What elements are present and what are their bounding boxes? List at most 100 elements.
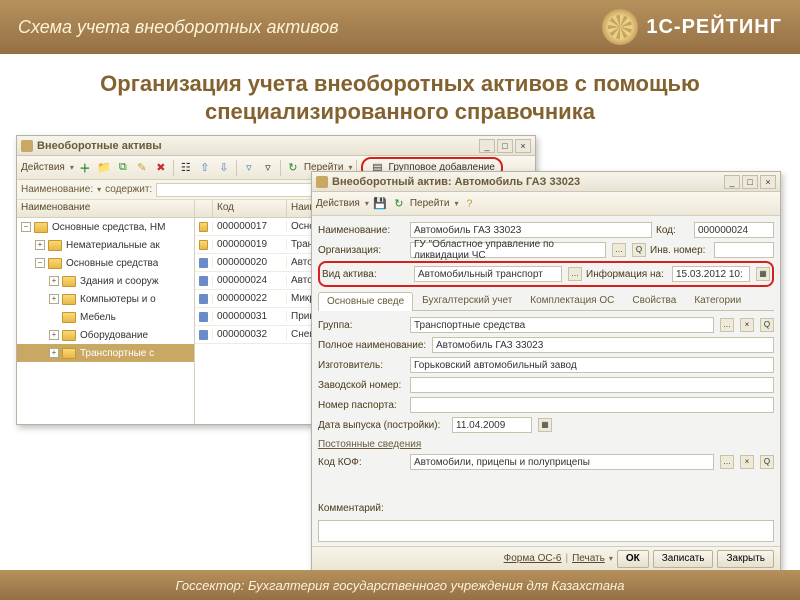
item-icon — [199, 258, 208, 268]
date-field[interactable]: 11.04.2009 — [452, 417, 532, 433]
tab[interactable]: Категории — [685, 291, 750, 310]
tab[interactable]: Основные сведе — [318, 292, 413, 311]
add-copy-icon[interactable]: ⧉ — [115, 160, 131, 176]
maximize-button[interactable]: □ — [742, 175, 758, 189]
dropdown-icon[interactable]: ▾ — [70, 163, 74, 172]
calendar-icon[interactable]: ▦ — [756, 267, 770, 281]
info-date-field[interactable]: 15.03.2012 10: — [672, 266, 750, 282]
actions-menu[interactable]: Действия — [316, 198, 362, 209]
comment-field[interactable] — [318, 520, 774, 542]
tree-toggle-icon[interactable]: + — [49, 330, 59, 340]
item-icon — [199, 312, 208, 322]
maximize-button[interactable]: □ — [497, 139, 513, 153]
clear-icon[interactable]: × — [740, 318, 754, 332]
tab[interactable]: Бухгалтерский учет — [413, 291, 521, 310]
filter-icon[interactable]: ▿ — [241, 160, 257, 176]
form-os6-link[interactable]: Форма ОС-6 — [504, 553, 562, 564]
select-icon[interactable]: … — [568, 267, 582, 281]
tree-toggle-icon[interactable]: − — [35, 258, 45, 268]
save-icon[interactable]: 💾 — [372, 196, 388, 212]
cell-code: 000000022 — [213, 293, 287, 304]
add-icon[interactable]: ＋ — [77, 160, 93, 176]
tree-label: Основные средства — [66, 258, 158, 269]
org-field[interactable]: ГУ "Областное управление по ликвидации Ч… — [410, 242, 606, 258]
folder-icon — [62, 294, 76, 305]
clear-icon[interactable]: × — [740, 455, 754, 469]
select-icon[interactable]: … — [720, 318, 734, 332]
col-name[interactable]: Наименование — [17, 200, 195, 217]
dropdown-icon[interactable]: ▾ — [454, 199, 458, 208]
kof-field[interactable]: Автомобили, прицепы и полуприцепы — [410, 454, 714, 470]
tree-item[interactable]: +Оборудование — [17, 326, 194, 344]
tree-item[interactable]: −Основные средства, НМ — [17, 218, 194, 236]
fullname-label: Полное наименование: — [318, 340, 428, 351]
open-icon[interactable]: Q — [632, 243, 646, 257]
tree-toggle-icon[interactable]: − — [21, 222, 31, 232]
window-titlebar[interactable]: Внеоборотные активы _ □ × — [17, 136, 535, 156]
group-field[interactable]: Транспортные средства — [410, 317, 714, 333]
close-button[interactable]: × — [515, 139, 531, 153]
close-button[interactable]: × — [760, 175, 776, 189]
move-up-icon[interactable]: ⇧ — [197, 160, 213, 176]
org-label: Организация: — [318, 245, 406, 256]
inv-field[interactable] — [714, 242, 774, 258]
select-icon[interactable]: … — [612, 243, 626, 257]
folder-icon — [199, 222, 208, 232]
window-titlebar[interactable]: Внеоборотный актив: Автомобиль ГАЗ 33023… — [312, 172, 780, 192]
kind-field[interactable]: Автомобильный транспорт — [414, 266, 562, 282]
open-icon[interactable]: Q — [760, 318, 774, 332]
cell-code: 000000019 — [213, 239, 287, 250]
dropdown-icon[interactable]: ▾ — [97, 185, 101, 194]
save-button[interactable]: Записать — [653, 550, 714, 568]
clear-filter-icon[interactable]: ▿ — [260, 160, 276, 176]
tree-toggle-icon[interactable]: + — [35, 240, 45, 250]
edit-icon[interactable]: ✎ — [134, 160, 150, 176]
hierarchy-icon[interactable]: ☷ — [178, 160, 194, 176]
minimize-button[interactable]: _ — [479, 139, 495, 153]
fullname-field[interactable]: Автомобиль ГАЗ 33023 — [432, 337, 774, 353]
tree-item[interactable]: +Компьютеры и о — [17, 290, 194, 308]
folder-icon — [48, 258, 62, 269]
add-folder-icon[interactable]: 📁 — [96, 160, 112, 176]
tab[interactable]: Свойства — [623, 291, 685, 310]
select-icon[interactable]: … — [720, 455, 734, 469]
factory-field[interactable] — [410, 377, 774, 393]
ok-button[interactable]: ОК — [617, 550, 649, 568]
tree-item[interactable]: Мебель — [17, 308, 194, 326]
tree-item[interactable]: + Нематериальные ак — [17, 236, 194, 254]
tree-toggle-icon[interactable]: + — [49, 276, 59, 286]
dropdown-icon[interactable]: ▾ — [609, 554, 613, 563]
tree-toggle-icon[interactable]: + — [49, 348, 59, 358]
passport-field[interactable] — [410, 397, 774, 413]
col-code[interactable]: Код — [213, 200, 287, 217]
open-icon[interactable]: Q — [760, 455, 774, 469]
brand: 1С-РЕЙТИНГ — [602, 9, 782, 45]
code-field[interactable]: 000000024 — [694, 222, 774, 238]
refresh-icon[interactable]: ↻ — [391, 196, 407, 212]
close-button[interactable]: Закрыть — [717, 550, 774, 568]
form-footer: Форма ОС-6 | Печать ▾ ОК Записать Закрыт… — [312, 546, 780, 570]
goto-menu[interactable]: Перейти — [410, 198, 452, 209]
tree-item[interactable]: − Основные средства — [17, 254, 194, 272]
calendar-icon[interactable]: ▦ — [538, 418, 552, 432]
move-down-icon[interactable]: ⇩ — [216, 160, 232, 176]
actions-menu[interactable]: Действия — [21, 162, 67, 173]
maker-field[interactable]: Горьковский автомобильный завод — [410, 357, 774, 373]
refresh-icon[interactable]: ↻ — [285, 160, 301, 176]
tree-toggle-icon[interactable]: + — [49, 294, 59, 304]
code-label: Код: — [656, 225, 690, 236]
print-menu[interactable]: Печать — [572, 553, 605, 564]
col-icon[interactable] — [195, 200, 213, 217]
tree-label: Нематериальные ак — [66, 240, 160, 251]
dropdown-icon[interactable]: ▾ — [365, 199, 369, 208]
mark-delete-icon[interactable]: ✖ — [153, 160, 169, 176]
minimize-button[interactable]: _ — [724, 175, 740, 189]
tab[interactable]: Комплектация ОС — [521, 291, 623, 310]
tree-item[interactable]: +Здания и сооруж — [17, 272, 194, 290]
help-icon[interactable]: ? — [461, 196, 477, 212]
tabs: Основные сведеБухгалтерский учетКомплект… — [318, 291, 774, 311]
window-icon — [21, 140, 33, 152]
name-field[interactable]: Автомобиль ГАЗ 33023 — [410, 222, 652, 238]
factory-label: Заводской номер: — [318, 380, 406, 391]
tree-item[interactable]: +Транспортные с — [17, 344, 194, 362]
